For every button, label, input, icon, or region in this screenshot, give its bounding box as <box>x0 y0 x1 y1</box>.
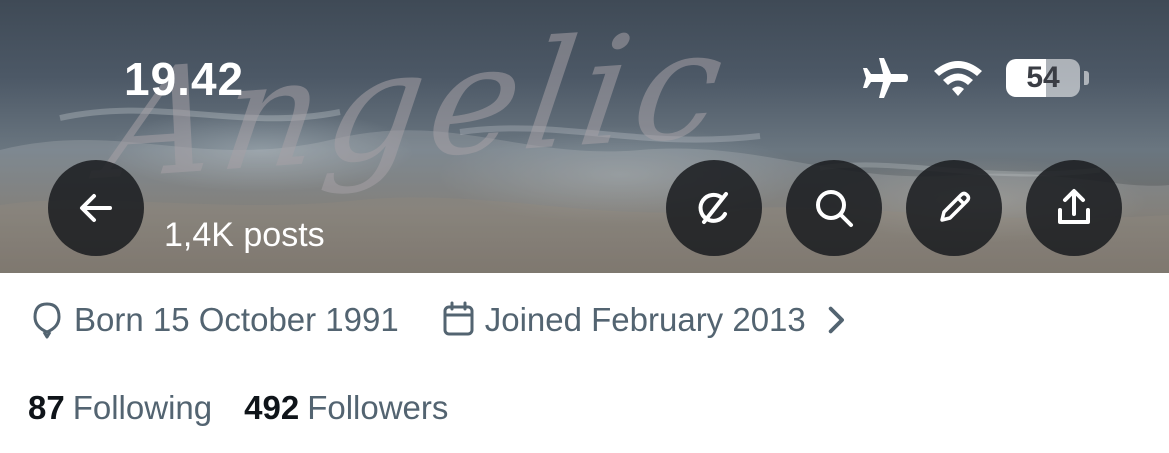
following-count: 87 <box>28 389 65 426</box>
chevron-right-icon <box>828 306 844 334</box>
back-button[interactable] <box>48 160 144 256</box>
birth-date: Born 15 October 1991 <box>30 301 399 339</box>
followers-label: Followers <box>307 389 449 426</box>
joined-date-link[interactable]: Joined February 2013 <box>441 301 864 339</box>
birth-date-text: Born 15 October 1991 <box>74 301 399 338</box>
search-icon <box>816 190 853 227</box>
grok-icon <box>698 192 728 224</box>
balloon-icon <box>33 302 61 339</box>
profile-page: Angelic 19.42 54 1,4K posts Born 15 Octo… <box>0 0 1169 453</box>
profile-meta: Born 15 October 1991 Joined February 201… <box>30 296 864 344</box>
calendar-icon <box>443 301 474 336</box>
share-icon <box>1058 189 1090 224</box>
search-button[interactable] <box>786 160 882 256</box>
battery-tip <box>1084 71 1089 85</box>
profile-banner[interactable]: Angelic 19.42 54 1,4K posts <box>0 0 1169 273</box>
following-label: Following <box>72 389 213 426</box>
battery-level: 54 <box>1026 61 1060 94</box>
follow-stats: 87 Following 492 Followers <box>28 384 448 432</box>
following-link[interactable]: 87 Following <box>28 389 212 427</box>
followers-count: 492 <box>244 389 300 426</box>
arrow-left-icon <box>80 194 112 222</box>
wifi-icon <box>934 61 982 96</box>
joined-date-text: Joined February 2013 <box>484 301 806 338</box>
followers-link[interactable]: 492 Followers <box>244 389 448 427</box>
status-bar-time: 19.42 <box>124 53 245 105</box>
pencil-icon <box>940 191 971 222</box>
airplane-icon <box>863 58 908 98</box>
edit-profile-button[interactable] <box>906 160 1002 256</box>
battery-icon: 54 <box>1006 59 1080 97</box>
status-bar-icons: 54 <box>858 56 1089 100</box>
grok-button[interactable] <box>666 160 762 256</box>
share-button[interactable] <box>1026 160 1122 256</box>
posts-count: 1,4K posts <box>164 216 325 254</box>
